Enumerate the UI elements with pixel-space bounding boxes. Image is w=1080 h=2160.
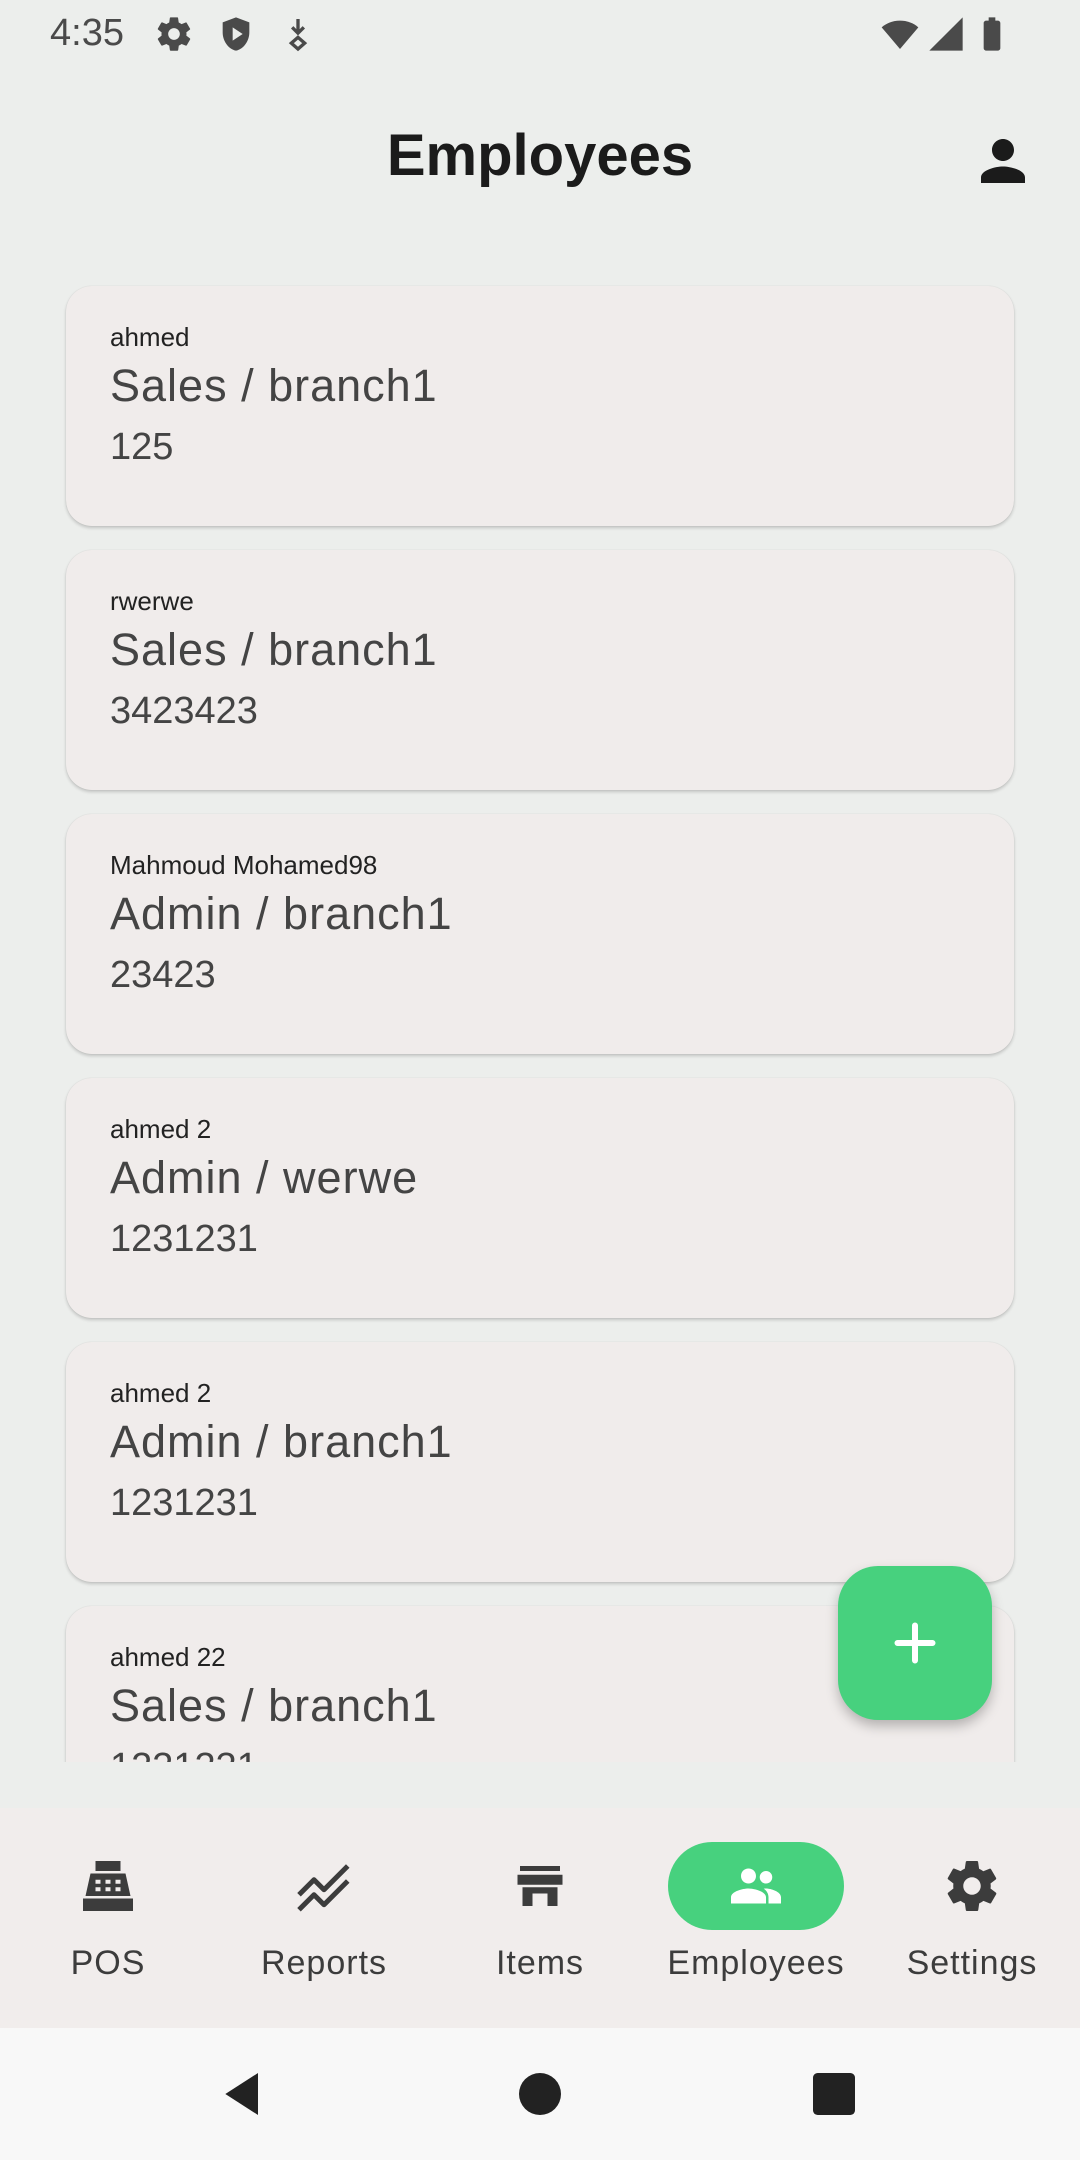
nav-label-settings: Settings xyxy=(906,1944,1038,1982)
cell-signal-icon xyxy=(926,14,966,54)
employee-phone: 3423423 xyxy=(110,690,258,732)
gear-icon xyxy=(154,14,194,54)
employee-role-branch: Sales / branch1 xyxy=(110,1680,438,1731)
battery-icon xyxy=(972,14,1012,54)
screen: 4:35 Employees ahmed Sales / branch1 125… xyxy=(0,0,1080,2160)
employee-name: ahmed xyxy=(110,322,190,352)
employee-card[interactable]: ahmed Sales / branch1 125 xyxy=(66,286,1014,526)
employee-card[interactable]: ahmed 2 Admin / branch1 1231231 xyxy=(66,1342,1014,1582)
add-employee-button[interactable] xyxy=(838,1566,992,1720)
back-icon[interactable] xyxy=(216,2066,272,2122)
recents-icon[interactable] xyxy=(806,2066,862,2122)
plus-icon xyxy=(894,1622,936,1664)
employee-phone: 1231231 xyxy=(110,1482,258,1524)
nav-item-items[interactable]: Items xyxy=(432,1808,648,2028)
employee-name: ahmed 2 xyxy=(110,1378,212,1408)
nav-item-pos[interactable]: POS xyxy=(0,1808,216,2028)
nav-label-pos: POS xyxy=(70,1944,146,1982)
home-icon[interactable] xyxy=(512,2066,568,2122)
employee-phone: 23423 xyxy=(110,954,216,996)
employee-role-branch: Admin / branch1 xyxy=(110,1416,453,1467)
employee-list[interactable]: ahmed Sales / branch1 125 rwerwe Sales /… xyxy=(0,268,1080,1762)
cash-register-icon xyxy=(78,1856,138,1916)
employee-role-branch: Sales / branch1 xyxy=(110,624,438,675)
employee-phone: 125 xyxy=(110,426,174,468)
nav-item-settings[interactable]: Settings xyxy=(864,1808,1080,2028)
nav-label-items: Items xyxy=(495,1944,585,1982)
nav-item-reports[interactable]: Reports xyxy=(216,1808,432,2028)
wifi-icon xyxy=(880,14,920,54)
account-icon xyxy=(981,139,1025,183)
employee-card[interactable]: rwerwe Sales / branch1 3423423 xyxy=(66,550,1014,790)
employee-name: ahmed 2 xyxy=(110,1114,212,1144)
employee-card[interactable]: Mahmoud Mohamed98 Admin / branch1 23423 xyxy=(66,814,1014,1054)
account-button[interactable] xyxy=(970,128,1036,194)
employee-name: rwerwe xyxy=(110,586,194,616)
shield-icon xyxy=(216,14,256,54)
employee-role-branch: Admin / werwe xyxy=(110,1152,419,1203)
download-icon xyxy=(278,14,318,54)
employee-phone: 1231231 xyxy=(110,1746,258,1762)
nav-label-reports: Reports xyxy=(260,1944,388,1982)
system-navigation-bar xyxy=(0,2028,1080,2160)
page-title: Employees xyxy=(386,123,694,188)
people-icon xyxy=(726,1856,786,1916)
nav-label-employees: Employees xyxy=(667,1944,845,1982)
status-bar: 4:35 xyxy=(0,0,1080,70)
employee-phone: 1231231 xyxy=(110,1218,258,1260)
employee-name: ahmed 22 xyxy=(110,1642,226,1672)
top-app-bar: Employees xyxy=(0,100,1080,210)
bottom-navigation: POS Reports Items Employees Settings xyxy=(0,1808,1080,2028)
gear-icon xyxy=(942,1856,1002,1916)
chart-line-icon xyxy=(294,1856,354,1916)
nav-item-employees[interactable]: Employees xyxy=(648,1808,864,2028)
store-icon xyxy=(510,1856,570,1916)
employee-name: Mahmoud Mohamed98 xyxy=(110,850,378,880)
employee-role-branch: Sales / branch1 xyxy=(110,360,438,411)
employee-role-branch: Admin / branch1 xyxy=(110,888,453,939)
status-time: 4:35 xyxy=(50,12,124,54)
employee-card[interactable]: ahmed 2 Admin / werwe 1231231 xyxy=(66,1078,1014,1318)
